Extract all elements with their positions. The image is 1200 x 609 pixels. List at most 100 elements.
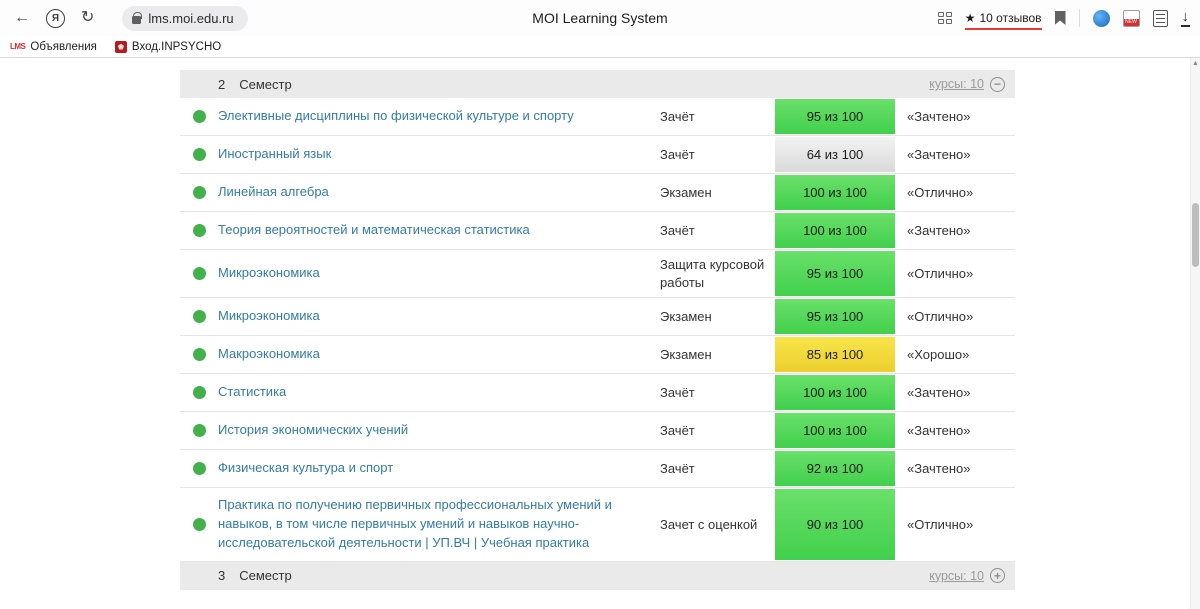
scrollbar-up-arrow-icon[interactable]: ▲ [1192,60,1199,67]
table-row: Микроэкономика Защита курсовой работы 95… [180,250,1015,298]
status-dot-icon [193,348,206,361]
status-dot-icon [193,224,206,237]
course-name-cell: Линейная алгебра [218,174,660,211]
tiles-icon[interactable] [938,12,952,24]
assessment-type: Зачёт [660,374,775,411]
bookmark-label[interactable]: Вход.INPSYCHO [132,41,221,53]
star-icon: ★ [965,11,976,25]
course-link[interactable]: Практика по получению первичных професси… [218,496,626,553]
status-dot-icon [193,424,206,437]
page-scrollbar[interactable]: ▲ [1190,58,1200,609]
score-text: 95 из 100 [807,109,864,124]
score-cell: 100 из 100 [775,212,895,249]
status-dot-cell [180,488,218,561]
status-dot-cell [180,336,218,373]
assessment-type: Экзамен [660,336,775,373]
status-dot-icon [193,518,206,531]
status-dot-cell [180,212,218,249]
course-name-cell: Макроэкономика [218,336,660,373]
score-badge: 100 из 100 [775,413,895,448]
score-badge: 95 из 100 [775,99,895,134]
page-content: 2 Семестр курсы: 10 − Элективные дисципл… [0,58,1200,609]
courses-count-link[interactable]: курсы: 10 [929,77,984,91]
status-dot-cell [180,450,218,487]
score-badge: 90 из 100 [775,489,895,560]
score-cell: 95 из 100 [775,298,895,335]
status-dot-icon [193,186,206,199]
grade-text: «Зачтено» [895,374,1015,411]
course-link[interactable]: Микроэкономика [218,264,320,283]
course-name-cell: Иностранный язык [218,136,660,173]
table-row: Теория вероятностей и математическая ста… [180,212,1015,250]
table-row: Статистика Зачёт 100 из 100 «Зачтено» [180,374,1015,412]
semester-header-controls: курсы: 10 − [929,77,1005,92]
address-bar[interactable]: lms.moi.edu.ru [122,6,247,31]
browser-logo-icon[interactable]: Я [46,9,65,28]
back-button-icon[interactable]: ← [14,10,30,26]
status-dot-cell [180,136,218,173]
course-link[interactable]: Макроэкономика [218,345,320,364]
course-link[interactable]: Линейная алгебра [218,183,329,202]
table-row: Иностранный язык Зачёт 64 из 100 «Зачтен… [180,136,1015,174]
table-row: Микроэкономика Экзамен 95 из 100 «Отличн… [180,298,1015,336]
score-badge: 100 из 100 [775,213,895,248]
semester-header-2: 2 Семестр курсы: 10 − [180,70,1015,98]
downloads-icon[interactable]: ↓ [1181,9,1191,27]
table-row: История экономических учений Зачёт 100 и… [180,412,1015,450]
score-badge: 64 из 100 [775,137,895,172]
status-dot-cell [180,174,218,211]
grade-text: «Зачтено» [895,136,1015,173]
score-cell: 90 из 100 [775,488,895,561]
course-name-cell: Микроэкономика [218,250,660,297]
bookmark-label[interactable]: Объявления [30,41,97,53]
toolbar-divider [1079,9,1080,27]
course-link[interactable]: Статистика [218,383,286,402]
status-dot-icon [193,310,206,323]
course-name-cell: Статистика [218,374,660,411]
lock-icon [132,16,141,24]
assessment-type: Защита курсовой работы [660,250,775,297]
extension-globe-icon[interactable] [1093,10,1110,27]
grade-text: «Зачтено» [895,212,1015,249]
courses-count-link[interactable]: курсы: 10 [929,569,984,583]
url-text[interactable]: lms.moi.edu.ru [148,11,233,26]
extension-calendar-icon[interactable] [1123,10,1140,27]
section-expand-icon[interactable]: + [990,568,1005,583]
shield-favicon [115,41,127,53]
course-link[interactable]: Микроэкономика [218,307,320,326]
course-link[interactable]: История экономических учений [218,421,408,440]
score-cell: 100 из 100 [775,174,895,211]
course-name-cell: Теория вероятностей и математическая ста… [218,212,660,249]
section-collapse-icon[interactable]: − [990,77,1005,92]
course-link[interactable]: Физическая культура и спорт [218,459,393,478]
table-row: Физическая культура и спорт Зачёт 92 из … [180,450,1015,488]
score-badge: 92 из 100 [775,451,895,486]
course-link[interactable]: Элективные дисциплины по физической куль… [218,107,574,126]
bookmark-inpsycho-login[interactable]: Вход.INPSYCHO [115,41,221,53]
assessment-type: Экзамен [660,174,775,211]
status-dot-icon [193,148,206,161]
score-badge: 95 из 100 [775,251,895,296]
bookmark-announcements[interactable]: LMS Объявления [10,41,97,53]
status-dot-cell [180,412,218,449]
reviews-count-text[interactable]: 10 отзывов [979,11,1041,25]
extension-notes-icon[interactable] [1153,10,1168,27]
refresh-icon[interactable]: ↻ [81,10,94,26]
status-dot-cell [180,298,218,335]
course-name-cell: Физическая культура и спорт [218,450,660,487]
score-badge: 95 из 100 [775,299,895,334]
grade-text: «Зачтено» [895,98,1015,135]
scrollbar-thumb[interactable] [1192,203,1199,267]
reviews-rating[interactable]: ★ 10 отзывов [965,11,1042,30]
grade-text: «Зачтено» [895,412,1015,449]
course-link[interactable]: Теория вероятностей и математическая ста… [218,221,530,240]
semester-title: Семестр [239,568,291,583]
bookmark-flag-icon[interactable] [1055,11,1066,25]
score-badge: 100 из 100 [775,175,895,210]
course-name-cell: Элективные дисциплины по физической куль… [218,98,660,135]
score-badge: 100 из 100 [775,375,895,410]
score-text: 85 из 100 [807,347,864,362]
course-link[interactable]: Иностранный язык [218,145,331,164]
score-cell: 92 из 100 [775,450,895,487]
table-row: Линейная алгебра Экзамен 100 из 100 «Отл… [180,174,1015,212]
